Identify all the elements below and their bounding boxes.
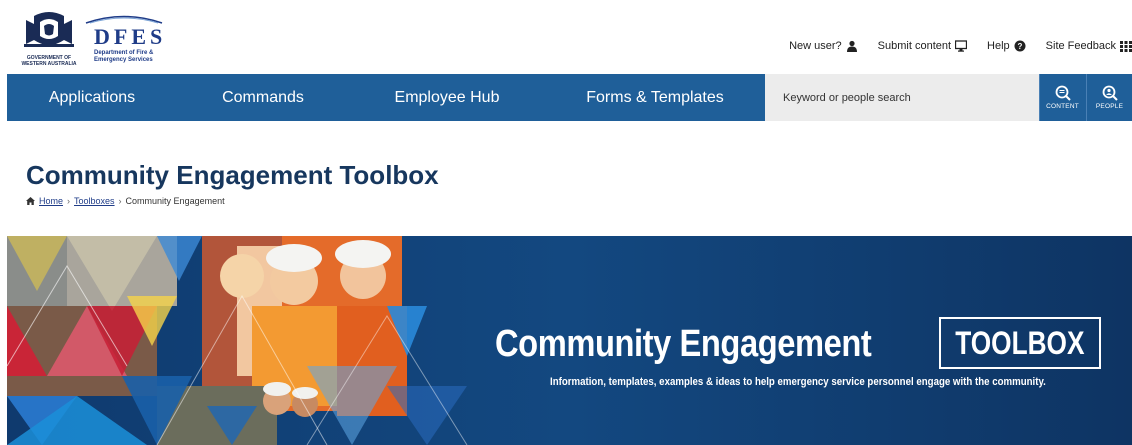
wa-crest-icon <box>20 10 78 50</box>
banner-subtitle: Information, templates, examples & ideas… <box>550 376 1046 388</box>
breadcrumb-separator: › <box>118 196 122 206</box>
wa-logo-text: GOVERNMENT OF WESTERN AUSTRALIA <box>21 55 77 67</box>
home-icon <box>26 197 35 205</box>
grid-icon <box>1120 41 1132 52</box>
dfes-title: DFES <box>94 24 167 49</box>
submit-content-link[interactable]: Submit content <box>877 40 968 52</box>
new-user-link[interactable]: New user? <box>789 40 858 52</box>
site-feedback-link[interactable]: Site Feedback <box>1046 40 1132 52</box>
site-feedback-label: Site Feedback <box>1045 40 1116 52</box>
help-icon: ? <box>1014 40 1026 52</box>
monitor-icon <box>955 40 968 52</box>
nav-commands[interactable]: Commands <box>177 74 349 121</box>
breadcrumb-current: Community Engagement <box>125 196 225 206</box>
help-label: Help <box>987 40 1010 52</box>
submit-content-label: Submit content <box>877 40 952 52</box>
dfes-subtitle: Department of Fire & Emergency Services <box>94 50 153 64</box>
people-search-button[interactable]: PEOPLE <box>1086 74 1132 121</box>
site-header: GOVERNMENT OF WESTERN AUSTRALIA DFES Dep… <box>0 0 1132 74</box>
user-icon <box>846 40 857 52</box>
wa-government-logo[interactable]: GOVERNMENT OF WESTERN AUSTRALIA <box>20 10 78 67</box>
nav-employee-hub[interactable]: Employee Hub <box>349 74 545 121</box>
people-button-label: PEOPLE <box>1095 103 1124 110</box>
main-nav: Applications Commands Employee Hub Forms… <box>7 74 1132 121</box>
toolbox-badge: TOOLBOX <box>939 317 1101 369</box>
help-link[interactable]: Help ? <box>987 40 1026 52</box>
dfes-subtitle-line2: Emergency Services <box>94 57 153 63</box>
nav-forms-templates[interactable]: Forms & Templates <box>545 74 765 121</box>
people-search-icon <box>1102 85 1118 101</box>
breadcrumb-toolboxes[interactable]: Toolboxes <box>74 196 115 206</box>
page-title: Community Engagement Toolbox <box>26 160 439 190</box>
dfes-subtitle-line1: Department of Fire & <box>94 50 154 56</box>
banner-title: Community Engagement <box>495 323 872 365</box>
toolbox-badge-text: TOOLBOX <box>955 324 1085 361</box>
utility-links: New user? Submit content Help ? Site Fee… <box>769 40 1132 52</box>
breadcrumb: Home › Toolboxes › Community Engagement <box>26 196 225 206</box>
nav-applications[interactable]: Applications <box>7 74 177 121</box>
hero-banner: Community Engagement TOOLBOX Information… <box>7 236 1132 445</box>
breadcrumb-separator: › <box>67 196 71 206</box>
content-search-icon <box>1055 85 1071 101</box>
breadcrumb-home[interactable]: Home <box>39 196 63 206</box>
dfes-arc-icon <box>85 15 163 24</box>
content-search-button[interactable]: CONTENT <box>1039 74 1085 121</box>
svg-text:?: ? <box>1017 42 1022 51</box>
new-user-label: New user? <box>789 40 842 52</box>
search-input[interactable] <box>765 74 1039 121</box>
dfes-logo[interactable]: DFES Department of Fire & Emergency Serv… <box>84 14 168 64</box>
content-button-label: CONTENT <box>1046 103 1079 110</box>
